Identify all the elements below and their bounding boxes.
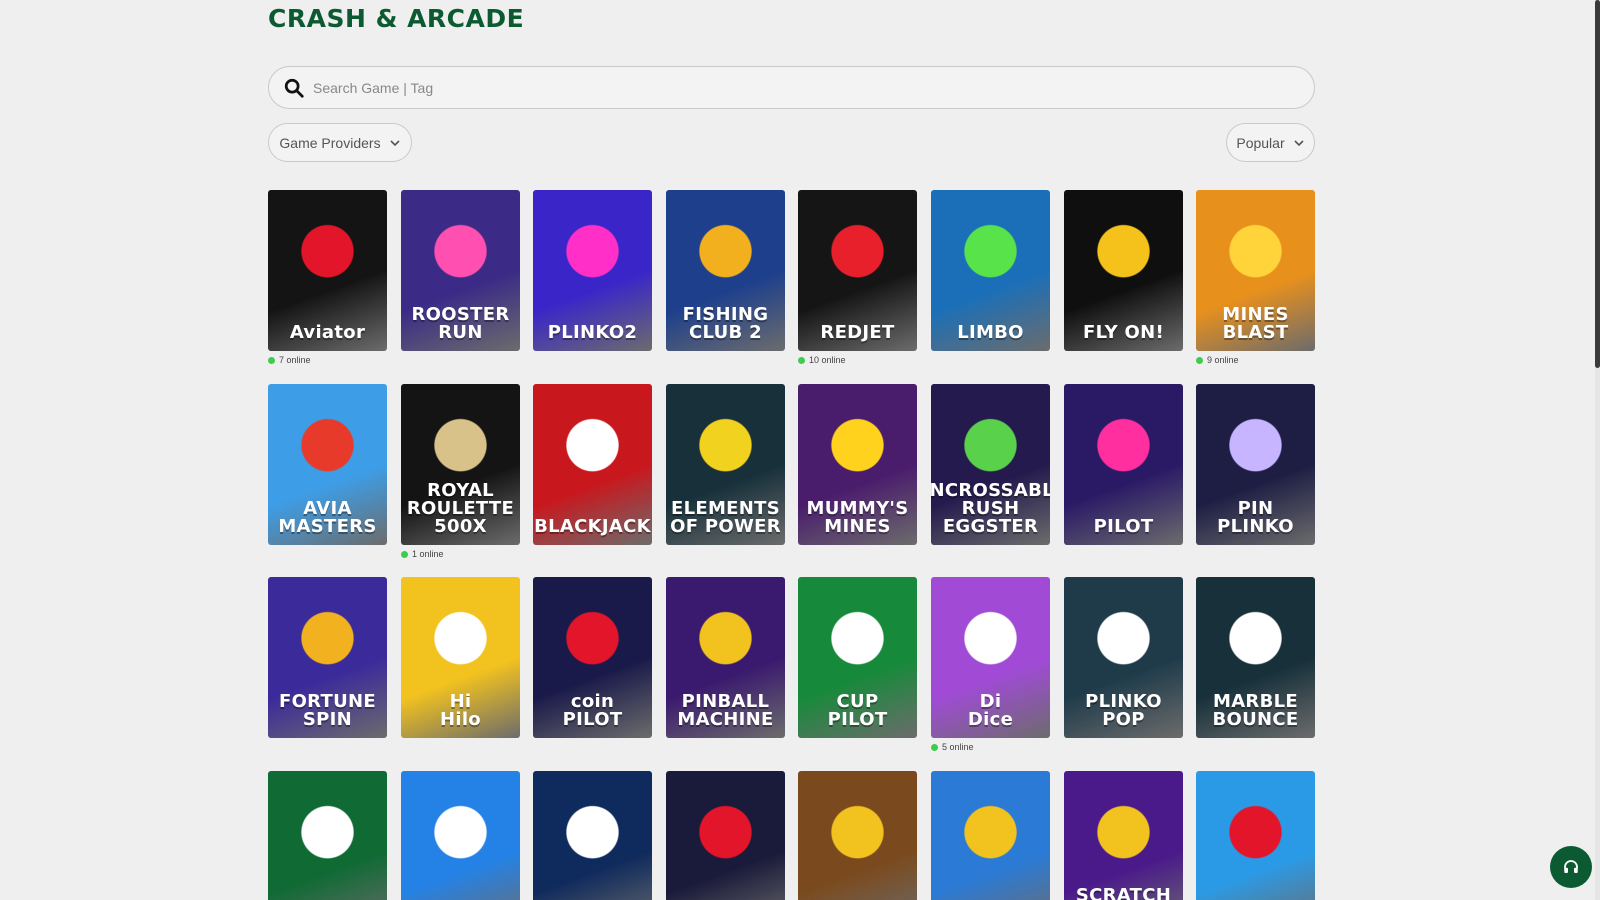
online-count: 7 online <box>268 355 311 365</box>
game-tile[interactable]: BUFFALO <box>798 771 917 900</box>
chevron-down-icon <box>390 139 400 146</box>
game-title: MARBLE BOUNCE <box>1212 691 1299 730</box>
search-bar[interactable] <box>268 66 1315 109</box>
game-tile[interactable]: MINES BLAST <box>1196 190 1315 351</box>
game-tile[interactable]: AVIAJET <box>533 771 652 900</box>
game-title: AVIA MASTERS <box>278 498 377 537</box>
game-tile[interactable]: ROOSTER RUN <box>401 190 520 351</box>
game-tile[interactable]: Go <box>268 771 387 900</box>
game-tile[interactable]: Hi Hilo <box>401 577 520 738</box>
game-tile[interactable]: LIMBO <box>931 190 1050 351</box>
game-tile[interactable]: UNCROSSABLE RUSH EGGSTER <box>931 384 1050 545</box>
game-tile[interactable]: PLINKO2 <box>533 190 652 351</box>
game-tile[interactable]: PINBALL MACHINE <box>666 577 785 738</box>
game-tile[interactable]: CUP PILOT <box>798 577 917 738</box>
game-title: FLY ON! <box>1083 322 1164 343</box>
game-title: ROOSTER RUN <box>411 304 510 343</box>
game-tile[interactable]: PILOT <box>1064 384 1183 545</box>
game-providers-label: Game Providers <box>279 134 381 151</box>
game-title: Aviator <box>289 322 366 343</box>
search-icon <box>284 78 304 98</box>
game-title: REDJET <box>820 322 895 343</box>
game-tile[interactable] <box>931 771 1050 900</box>
game-title: Di Dice <box>967 691 1014 730</box>
game-tile[interactable]: PIN PLINKO <box>1196 384 1315 545</box>
game-title: ELEMENTS OF POWER <box>670 498 781 537</box>
game-tile[interactable]: ROYAL ROULETTE 500X <box>401 384 520 545</box>
online-count: 9 online <box>1196 355 1239 365</box>
game-tile[interactable]: AVIA MASTERS <box>268 384 387 545</box>
game-title: LIMBO <box>957 322 1024 343</box>
game-title: UNCROSSABLE RUSH EGGSTER <box>931 480 1050 537</box>
game-tile[interactable]: FORTUNE SPIN <box>268 577 387 738</box>
game-tile[interactable]: BLACKJACK <box>533 384 652 545</box>
game-title: PILOT <box>1093 516 1154 537</box>
game-title: FISHING CLUB 2 <box>682 304 769 343</box>
online-count: 1 online <box>401 549 444 559</box>
game-title: coin PILOT <box>562 691 623 730</box>
game-tile[interactable]: AVIA <box>1196 771 1315 900</box>
game-tile[interactable]: Mi <box>401 771 520 900</box>
game-tile[interactable]: FISHING CLUB 2 <box>666 190 785 351</box>
game-tile[interactable]: MUMMY'S MINES <box>798 384 917 545</box>
game-title: FORTUNE SPIN <box>278 691 376 730</box>
game-title: MINES BLAST <box>1222 304 1289 343</box>
game-tile[interactable]: coin PILOT <box>533 577 652 738</box>
game-tile[interactable]: ELEMENTS OF POWER <box>666 384 785 545</box>
online-count: 10 online <box>798 355 846 365</box>
game-tile[interactable]: Di Dice <box>931 577 1050 738</box>
support-button[interactable] <box>1550 846 1592 888</box>
game-tile[interactable]: REDJET <box>798 190 917 351</box>
game-title: PINBALL MACHINE <box>677 691 774 730</box>
online-count: 5 online <box>931 742 974 752</box>
scrollbar-thumb[interactable] <box>1595 0 1600 368</box>
game-tile[interactable]: Aviator <box>268 190 387 351</box>
search-input[interactable] <box>313 79 1241 96</box>
game-title: BLACKJACK <box>534 516 651 537</box>
sort-dropdown[interactable]: Popular <box>1226 123 1315 162</box>
game-title: PLINKO2 <box>547 322 638 343</box>
game-title: PIN PLINKO <box>1217 498 1294 537</box>
game-title: SCRATCH MATCH <box>1075 885 1172 900</box>
game-tile[interactable]: SCRATCH MATCH <box>1064 771 1183 900</box>
game-tile[interactable]: FLY ON! <box>1064 190 1183 351</box>
game-title: MUMMY'S MINES <box>806 498 909 537</box>
game-title: PLINKO POP <box>1085 691 1162 730</box>
game-title: CUP PILOT <box>827 691 888 730</box>
game-tile[interactable] <box>666 771 785 900</box>
headset-icon <box>1564 860 1578 873</box>
chevron-down-icon <box>1294 139 1304 146</box>
page-title: CRASH & ARCADE <box>268 4 525 33</box>
sort-label: Popular <box>1236 134 1285 151</box>
game-providers-dropdown[interactable]: Game Providers <box>268 123 412 162</box>
game-tile[interactable]: MARBLE BOUNCE <box>1196 577 1315 738</box>
game-title: ROYAL ROULETTE 500X <box>406 480 515 537</box>
game-title: Hi Hilo <box>440 691 481 730</box>
game-tile[interactable]: PLINKO POP <box>1064 577 1183 738</box>
